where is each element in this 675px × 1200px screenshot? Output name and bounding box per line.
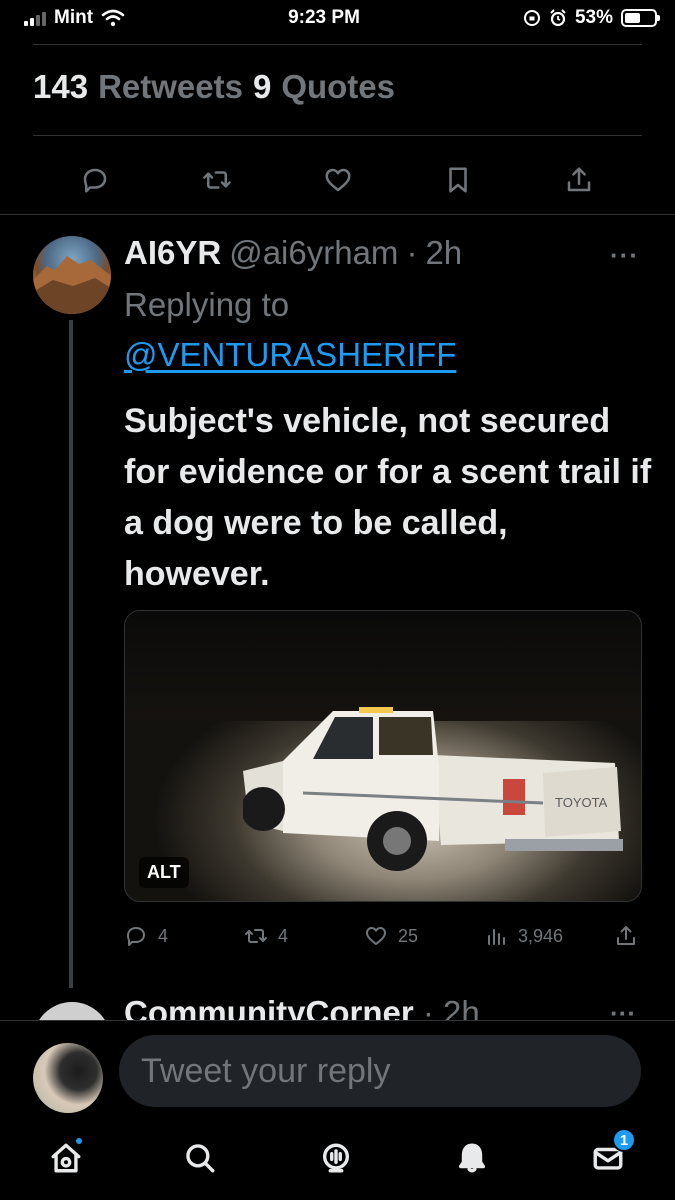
reply-metric[interactable]: 4 [124,924,168,948]
replying-to-label: Replying to [124,286,290,323]
tweet-header: AI6YR @ai6yrham · 2h [124,234,462,272]
pickup-truck-image: TOYOTA [243,707,623,871]
retweet-metric[interactable]: 4 [244,924,288,948]
tab-messages[interactable]: 1 [588,1128,636,1178]
tweet-text: Subject's vehicle, not secured for evide… [124,402,652,593]
tweet-time[interactable]: 2h [425,234,462,272]
clock: 9:23 PM [288,7,360,28]
author-handle[interactable]: @ai6yrham [229,234,398,272]
status-left: Mint [24,7,125,29]
views-icon [488,929,505,945]
quotes-count[interactable]: 9 [253,68,271,106]
tweet-time[interactable]: 2h [443,994,480,1020]
bell-icon [458,1143,486,1173]
more-options-button[interactable]: ··· [610,998,636,1020]
tweet-action-bar [0,160,675,200]
share-button[interactable] [559,160,599,200]
share-icon [567,167,591,192]
separator: · [406,234,418,271]
divider [33,44,642,45]
home-icon [51,1143,81,1173]
reply-icon [127,927,145,946]
retweets-label[interactable]: Retweets [98,68,243,106]
share-icon [617,926,635,945]
avatar[interactable] [33,1043,103,1113]
next-tweet-header: CommunityCorner · 2h [124,994,480,1020]
more-options-button[interactable]: ··· [610,240,639,271]
spaces-icon [322,1143,350,1173]
tweet-media-image[interactable]: TOYOTA ALT [124,610,642,902]
vehicle-label: TOYOTA [555,795,608,810]
like-metric[interactable]: 25 [364,924,418,948]
alt-badge[interactable]: ALT [139,857,189,888]
views-metric[interactable]: 3,946 [484,924,563,948]
bookmark-button[interactable] [438,160,478,200]
orientation-lock-icon [523,10,540,26]
separator: · [422,994,434,1020]
author-name[interactable]: CommunityCorner [124,994,414,1020]
quotes-label[interactable]: Quotes [281,68,395,106]
mountain-photo [33,256,111,314]
next-tweet[interactable]: CommunityCorner · 2h ··· [0,990,675,1020]
like-count: 25 [398,925,419,946]
views-count: 3,946 [518,925,564,946]
divider [0,214,675,215]
retweet-button[interactable] [197,160,237,200]
messages-badge: 1 [612,1128,636,1152]
reply-input[interactable]: Tweet your reply [119,1035,641,1107]
alarm-icon [550,9,566,27]
status-right: 53% [523,7,660,29]
new-content-indicator [74,1136,84,1146]
retweet-icon [245,929,267,943]
wifi-icon [101,9,125,27]
battery-percent: 53% [574,7,613,28]
bookmark-icon [449,167,467,193]
carrier-name: Mint [54,7,94,28]
reply-icon [83,168,107,193]
tab-bar: 1 [0,1120,675,1200]
like-icon [325,168,351,192]
status-bar: Mint 9:23 PM 53% [0,0,675,36]
engagement-counts: 143 Retweets 9 Quotes [33,68,395,106]
replying-to-mention[interactable]: @VENTURASHERIFF [124,336,456,374]
like-button[interactable] [318,160,358,200]
reply-composer: Tweet your reply [0,1020,675,1120]
retweets-count[interactable]: 143 [33,68,88,106]
like-icon [366,927,386,945]
thread-line [69,320,73,988]
share-metric[interactable] [614,924,638,948]
search-icon [186,1144,215,1173]
tab-spaces[interactable] [316,1138,356,1178]
avatar[interactable] [33,1002,111,1020]
reply-count: 4 [158,925,169,946]
author-name[interactable]: AI6YR [124,234,221,272]
avatar[interactable] [33,236,111,314]
reply-button[interactable] [75,160,115,200]
retweet-icon [203,171,231,189]
tab-search[interactable] [180,1138,220,1178]
signal-icon [24,10,46,26]
tweet-metrics: 4 4 25 3,946 [124,924,644,954]
divider [33,135,642,136]
tab-notifications[interactable] [452,1138,492,1178]
retweet-count: 4 [278,925,289,946]
tab-home[interactable] [46,1136,86,1178]
battery-icon [620,9,660,27]
